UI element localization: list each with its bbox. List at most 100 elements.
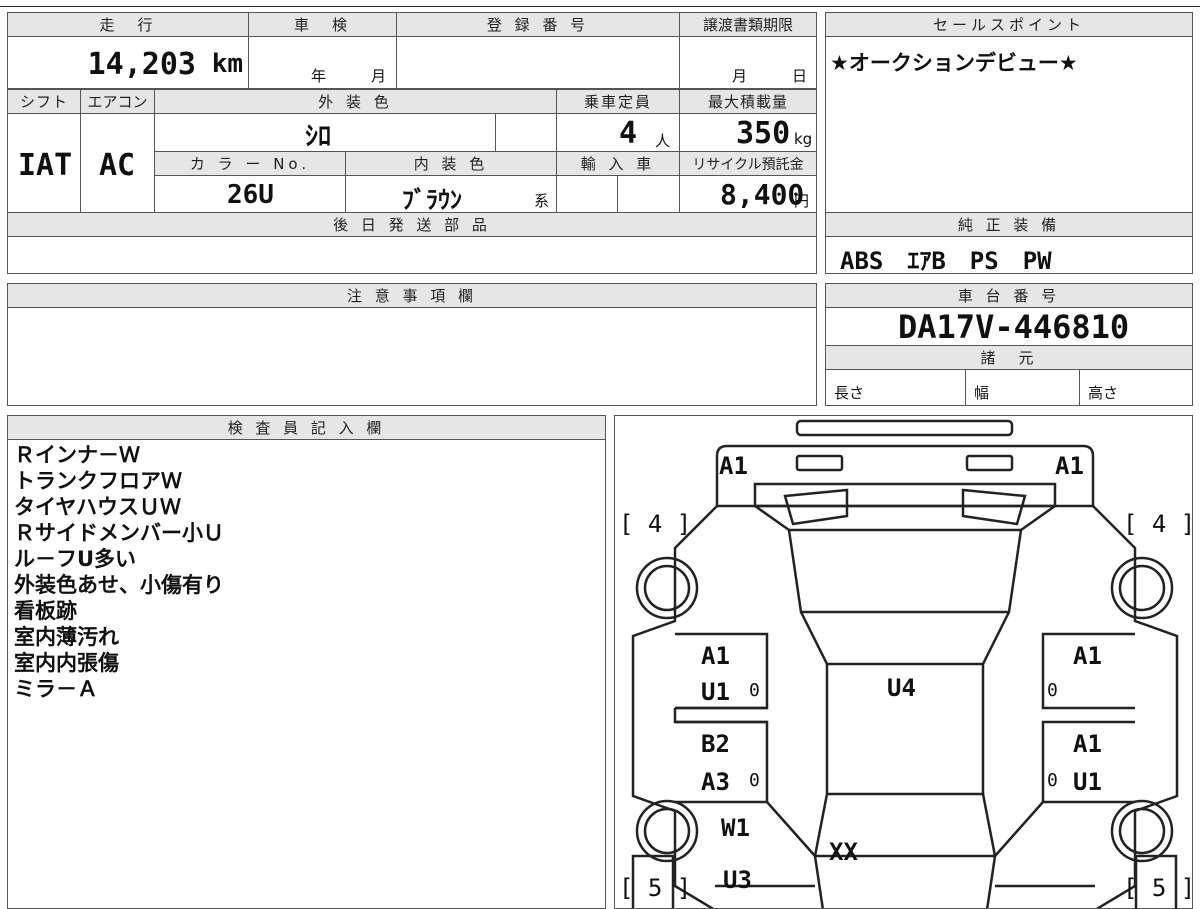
import-cell-a [556, 175, 618, 213]
tire-fr-grade: [ 4 ] [1123, 510, 1193, 538]
aircon-header: エアコン [80, 89, 155, 114]
shift-cell: IAT [7, 113, 81, 213]
roof-grade: U4 [887, 674, 916, 702]
deadline-day: 日 [792, 67, 808, 85]
spec-width-cell: 幅 [965, 369, 1080, 406]
roof-front-part [799, 611, 1011, 665]
later-parts-header: 後 日 発 送 部 品 [7, 212, 817, 237]
rear-quarter-grade: W1 [721, 814, 750, 842]
capacity-cell: 4 人 [556, 113, 680, 152]
headlight-right-part [965, 454, 1014, 472]
sales-point-cell: ★オークションデビュー★ [825, 36, 1193, 213]
quarter-right-part [994, 801, 1095, 888]
door-rr-grade-1: A1 [1073, 730, 1102, 758]
door-rl-grade-1: B2 [701, 730, 730, 758]
exterior-color-cell: ｼﾛ [154, 113, 496, 152]
wheel-rl-inner-part [643, 807, 691, 855]
inspector-note-line: トランクフロアＷ [14, 469, 182, 493]
wheel-fr-inner-part [1118, 564, 1166, 612]
door-fl-grade-2: U1 [701, 678, 730, 706]
exterior-color-value: ｼﾛ [305, 122, 332, 152]
spec-length-label: 長さ [834, 384, 865, 402]
tire-fl-grade: [ 4 ] [619, 510, 692, 538]
wheel-rr-inner-part [1118, 807, 1166, 855]
max-load-cell: 350 kg [679, 113, 817, 152]
front-panel-part [715, 444, 1095, 508]
registration-cell [396, 36, 680, 89]
import-header: 輸 入 車 [556, 151, 680, 176]
door-rl-grade-2: A3 [701, 768, 730, 796]
exterior-color-header: 外 装 色 [154, 89, 557, 114]
color-no-cell: 26U [154, 175, 346, 213]
inspector-note-line: Ｒインナ－Ｗ [14, 443, 140, 467]
genuine-equipment-cell: ABS ｴｱB PS PW [825, 236, 1193, 275]
equipment-value: ABS ｴｱB PS PW [840, 247, 1052, 275]
inspector-notes-header: 検 査 員 記 入 欄 [7, 415, 606, 440]
deadline-month: 月 [732, 67, 748, 85]
interior-color-cell: ﾌﾞﾗｳﾝ 系 [345, 175, 557, 214]
inspector-note-line: ミラ－Ａ [14, 677, 98, 701]
door-fl-mark: 0 [749, 680, 760, 701]
mileage-unit: km [211, 49, 243, 79]
inspector-note-line: 室内内張傷 [14, 651, 119, 675]
inspection-cell: 年 月 [248, 36, 397, 89]
door-rr-grade-2: U1 [1073, 768, 1102, 796]
headlight-left-part [795, 454, 844, 472]
notes-cell [7, 307, 817, 406]
front-bumper-part [795, 419, 1014, 437]
spec-height-cell: 高さ [1079, 369, 1193, 406]
capacity-value: 4 [619, 116, 638, 151]
inspection-header: 車 検 [248, 12, 397, 37]
mirror-left-part [673, 706, 767, 724]
max-load-header: 最大積載量 [679, 89, 817, 114]
inspector-note-line: 室内薄汚れ [14, 625, 119, 649]
registration-header: 登 録 番 号 [396, 12, 680, 37]
shift-header: シフト [7, 89, 81, 114]
condition-diagram-panel: A1 A1 [ 4 ] [ 4 ] [ 5 ] [ 5 ] A1 U1 0 A1… [614, 415, 1193, 909]
interior-color-suffix: 系 [534, 192, 550, 210]
color-no-value: 26U [227, 180, 274, 210]
inspector-note-line: 外装色あせ、小傷有り [14, 573, 224, 597]
door-fr-mark: 0 [1047, 680, 1058, 701]
inspector-notes-list: Ｒインナ－Ｗ トランクフロアＷ タイヤハウスＵＷ Ｒサイドメンバー小Ｕ ル－フU多い 外装… [14, 442, 224, 702]
interior-color-value: ﾌﾞﾗｳﾝ [402, 186, 462, 214]
transfer-deadline-header: 譲渡書類期限 [679, 12, 817, 37]
interior-color-header: 内 装 色 [345, 151, 557, 176]
recycle-value: 8,400 [720, 178, 805, 211]
inspection-month: 月 [371, 67, 387, 85]
recycle-header: リサイクル預託金 [679, 151, 817, 176]
rear-glass-grade: XX [829, 838, 858, 866]
inspector-note-line: Ｒサイドメンバー小Ｕ [14, 521, 224, 545]
sales-point-text: ★オークションデビュー★ [830, 51, 1078, 75]
mileage-cell: 14,203 km [7, 36, 249, 89]
mileage-value: 14,203 [87, 47, 196, 82]
chassis-no-header: 車 台 番 号 [825, 283, 1193, 308]
rear-lower-grade: U3 [723, 866, 752, 894]
aircon-value: AC [99, 148, 136, 183]
capacity-header: 乗車定員 [556, 89, 680, 114]
shift-value: IAT [18, 148, 73, 183]
specs-header: 諸 元 [825, 345, 1193, 370]
inspector-note-line: タイヤハウスＵＷ [14, 495, 181, 519]
spec-length-cell: 長さ [825, 369, 966, 406]
mileage-header: 走 行 [7, 12, 249, 37]
door-rr-mark: 0 [1047, 770, 1058, 791]
a-pillar-part [754, 504, 1056, 532]
later-parts-cell [7, 236, 817, 274]
inspector-note-line: ル－フU多い [14, 547, 137, 571]
inspection-year: 年 [311, 67, 327, 85]
door-fl-grade-1: A1 [701, 642, 730, 670]
chassis-no-value: DA17V-446810 [898, 308, 1130, 346]
tire-rr-grade: [ 5 ] [1123, 874, 1193, 902]
spec-width-label: 幅 [974, 384, 990, 402]
recycle-unit: 円 [794, 192, 810, 210]
max-load-value: 350 [736, 116, 791, 151]
genuine-equipment-header: 純 正 装 備 [825, 212, 1193, 237]
exterior-color-extra [495, 113, 557, 152]
front-left-grade: A1 [719, 452, 748, 480]
door-fr-grade-1: A1 [1073, 642, 1102, 670]
inspector-notes-cell: Ｒインナ－Ｗ トランクフロアＷ タイヤハウスＵＷ Ｒサイドメンバー小Ｕ ル－フU多い 外装… [7, 439, 606, 909]
sales-point-header: セールスポイント [825, 12, 1193, 37]
capacity-unit: 人 [655, 132, 671, 150]
tire-rl-grade: [ 5 ] [619, 874, 692, 902]
